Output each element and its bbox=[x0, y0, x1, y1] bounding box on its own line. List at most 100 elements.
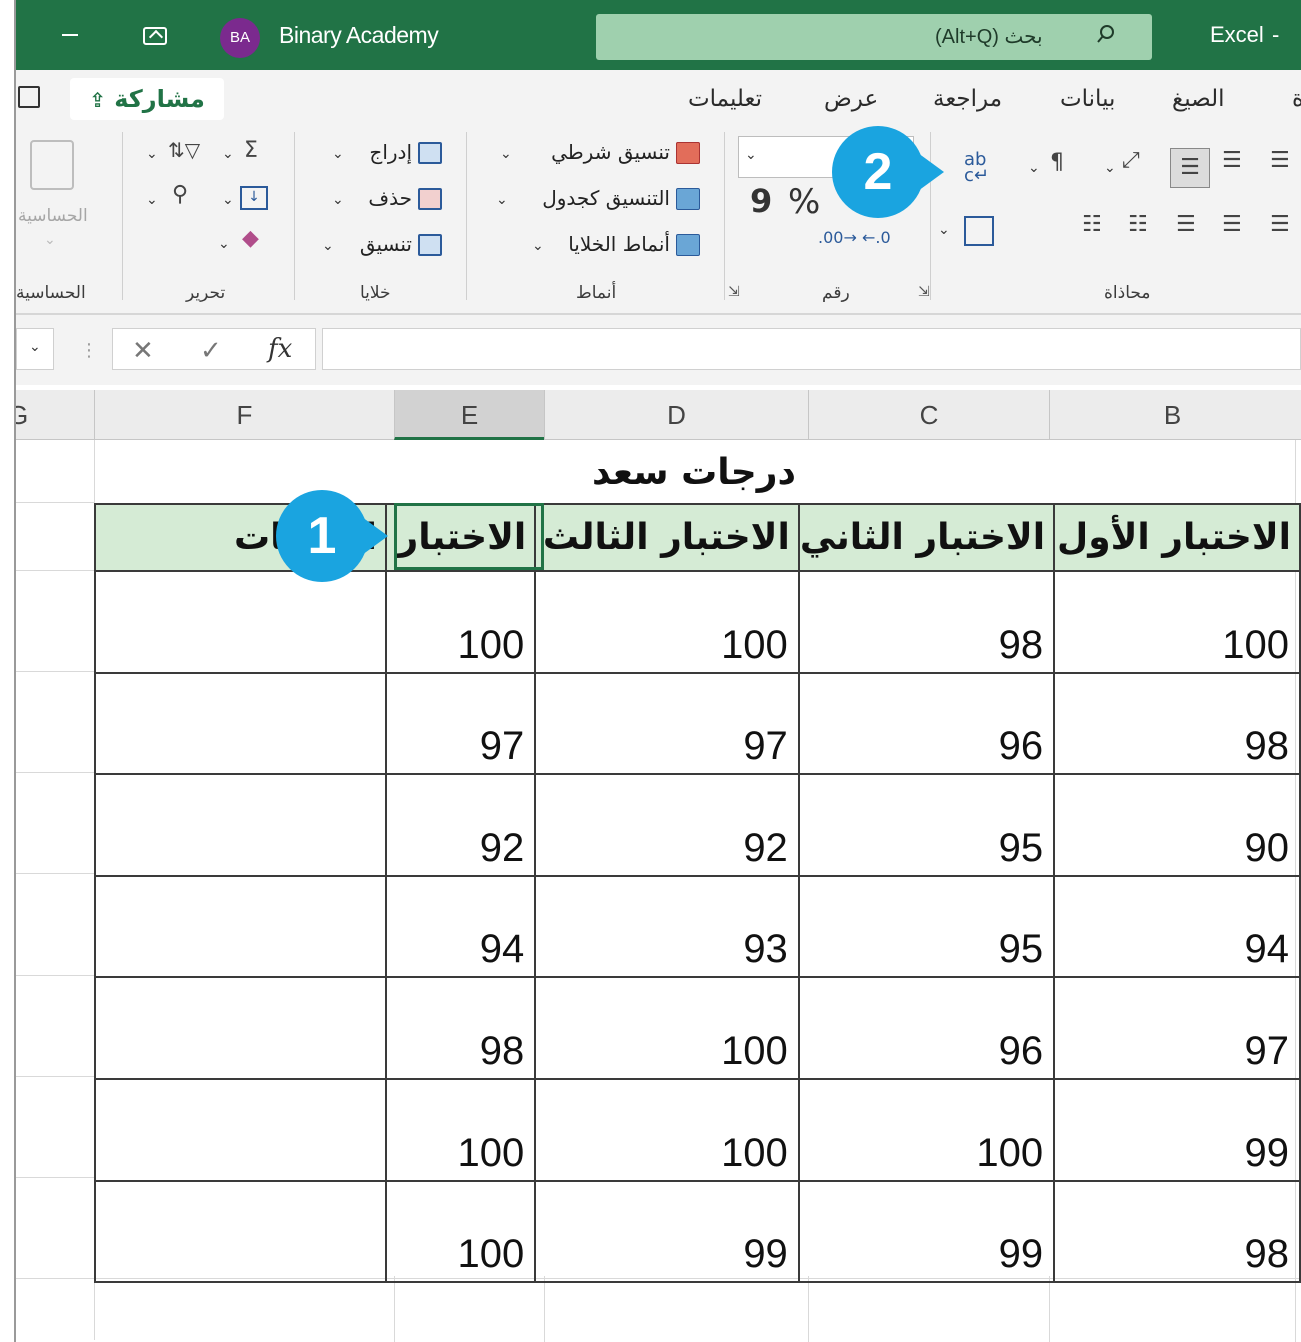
column-header-d[interactable]: D bbox=[544, 390, 808, 440]
enter-entry-icon[interactable]: ✓ bbox=[200, 336, 222, 366]
cancel-entry-icon[interactable]: ✕ bbox=[132, 336, 154, 366]
table-cell[interactable] bbox=[94, 773, 387, 877]
table-cell[interactable] bbox=[94, 671, 387, 776]
table-cell[interactable]: 90 bbox=[1053, 773, 1301, 877]
orientation-icon[interactable]: ⤢ bbox=[1122, 148, 1140, 173]
fill-icon[interactable]: ↓ bbox=[240, 186, 268, 210]
table-cell[interactable]: 100 bbox=[534, 1077, 800, 1182]
account-name[interactable]: Binary Academy bbox=[279, 22, 439, 49]
name-box[interactable]: ⌄ bbox=[16, 328, 54, 370]
insert-function-icon[interactable]: fx bbox=[268, 334, 292, 364]
clear-dropdown-icon[interactable]: ⌄ bbox=[218, 236, 230, 252]
table-cell[interactable]: 100 bbox=[384, 570, 537, 674]
decrease-decimal-icon[interactable]: .00→ bbox=[818, 228, 857, 247]
tab-cut-off[interactable]: ة bbox=[1292, 86, 1301, 112]
avatar[interactable]: BA bbox=[220, 18, 260, 58]
header-cell-test2[interactable]: الاختبار الثاني bbox=[797, 503, 1056, 572]
format-dropdown-icon[interactable]: ⌄ bbox=[322, 238, 334, 254]
table-cell[interactable]: 98 bbox=[384, 976, 537, 1080]
increase-indent-icon[interactable]: ☷ bbox=[1128, 212, 1148, 237]
table-cell[interactable]: 92 bbox=[534, 773, 800, 877]
table-cell[interactable] bbox=[94, 976, 387, 1080]
autosum-icon[interactable]: Σ bbox=[244, 138, 258, 163]
comma-style-button[interactable]: 9 bbox=[750, 182, 772, 220]
table-cell[interactable]: 97 bbox=[1053, 976, 1301, 1080]
tab-formulas[interactable]: الصيغ bbox=[1172, 86, 1225, 112]
header-cell-test1[interactable]: الاختبار الأول bbox=[1053, 503, 1301, 572]
wrap-text-icon[interactable]: ab c↵ bbox=[964, 151, 989, 185]
table-cell[interactable]: 92 bbox=[384, 773, 537, 877]
table-cell[interactable]: 98 bbox=[797, 570, 1056, 674]
cell-styles-dropdown-icon[interactable]: ⌄ bbox=[532, 238, 544, 254]
table-cell[interactable]: 94 bbox=[384, 874, 537, 979]
delete-dropdown-icon[interactable]: ⌄ bbox=[332, 192, 344, 208]
increase-decimal-icon[interactable]: ←.0 bbox=[862, 228, 891, 247]
insert-dropdown-icon[interactable]: ⌄ bbox=[332, 146, 344, 162]
clear-eraser-icon[interactable]: ◆ bbox=[242, 226, 259, 251]
table-cell[interactable]: 99 bbox=[1053, 1077, 1301, 1182]
cell-styles-label[interactable]: أنماط الخلايا bbox=[548, 232, 670, 256]
table-cell[interactable]: 95 bbox=[797, 773, 1056, 877]
tab-review[interactable]: مراجعة bbox=[933, 86, 1002, 112]
table-cell[interactable]: 96 bbox=[797, 671, 1056, 776]
table-cell[interactable]: 96 bbox=[797, 976, 1056, 1080]
format-table-dropdown-icon[interactable]: ⌄ bbox=[496, 192, 508, 208]
column-header-c[interactable]: C bbox=[808, 390, 1049, 440]
table-cell[interactable]: 100 bbox=[384, 1077, 537, 1182]
sheet-title-cell[interactable]: درجات سعد bbox=[94, 444, 1294, 502]
table-cell[interactable]: 94 bbox=[1053, 874, 1301, 979]
table-cell[interactable]: 93 bbox=[534, 874, 800, 979]
table-cell[interactable]: 98 bbox=[1053, 1179, 1301, 1284]
align-center-icon[interactable]: ☰ bbox=[1222, 212, 1242, 237]
number-launcher-icon[interactable]: ⇲ bbox=[728, 284, 740, 300]
conditional-formatting-label[interactable]: تنسيق شرطي bbox=[520, 140, 670, 164]
header-cell-test4[interactable]: الاختبار bbox=[384, 503, 537, 572]
table-cell[interactable] bbox=[94, 1179, 387, 1284]
table-cell[interactable]: 98 bbox=[1053, 671, 1301, 776]
format-cells-label[interactable]: تنسيق bbox=[340, 232, 412, 256]
merge-dropdown-icon[interactable]: ⌄ bbox=[938, 222, 950, 238]
table-cell[interactable]: 97 bbox=[384, 671, 537, 776]
sensitivity-button-label[interactable]: الحساسية bbox=[18, 206, 88, 226]
table-cell[interactable]: 100 bbox=[1053, 570, 1301, 674]
autosum-dropdown-icon[interactable]: ⌄ bbox=[222, 146, 234, 162]
table-cell[interactable]: 100 bbox=[797, 1077, 1056, 1182]
search-input[interactable] bbox=[596, 14, 1152, 60]
table-cell[interactable]: 100 bbox=[534, 976, 800, 1080]
text-direction-dropdown-icon[interactable]: ⌄ bbox=[1028, 160, 1040, 176]
ribbon-display-icon[interactable] bbox=[143, 27, 167, 45]
conditional-dropdown-icon[interactable]: ⌄ bbox=[500, 146, 512, 162]
align-top-icon[interactable]: ☰ bbox=[1270, 148, 1290, 173]
table-cell[interactable] bbox=[94, 570, 387, 674]
percent-style-button[interactable]: % bbox=[788, 182, 820, 222]
tab-help[interactable]: تعليمات bbox=[688, 86, 762, 112]
sort-filter-dropdown-icon[interactable]: ⌄ bbox=[146, 146, 158, 162]
tab-data[interactable]: بيانات bbox=[1060, 86, 1115, 112]
sensitivity-icon[interactable] bbox=[30, 140, 74, 190]
fill-dropdown-icon[interactable]: ⌄ bbox=[222, 192, 234, 208]
table-cell[interactable]: 100 bbox=[384, 1179, 537, 1284]
align-bottom-button[interactable]: ☰ bbox=[1170, 148, 1210, 188]
align-middle-icon[interactable]: ☰ bbox=[1222, 148, 1242, 173]
table-cell[interactable]: 99 bbox=[797, 1179, 1056, 1284]
alignment-launcher-icon[interactable]: ⇲ bbox=[918, 284, 930, 300]
table-cell[interactable] bbox=[94, 1077, 387, 1182]
table-cell[interactable]: 97 bbox=[534, 671, 800, 776]
comments-icon[interactable] bbox=[18, 86, 40, 108]
format-as-table-label[interactable]: التنسيق كجدول bbox=[512, 186, 670, 210]
table-cell[interactable]: 99 bbox=[534, 1179, 800, 1284]
formula-input[interactable] bbox=[322, 328, 1301, 370]
sensitivity-dropdown-icon[interactable]: ⌄ bbox=[44, 232, 56, 248]
find-select-icon[interactable]: ⚲ bbox=[172, 182, 188, 207]
tab-view[interactable]: عرض bbox=[824, 86, 878, 112]
minimize-ribbon-icon[interactable] bbox=[62, 34, 78, 36]
table-cell[interactable] bbox=[94, 874, 387, 979]
header-cell-test3[interactable]: الاختبار الثالث bbox=[534, 503, 800, 572]
table-cell[interactable]: 100 bbox=[534, 570, 800, 674]
align-right-icon[interactable]: ☰ bbox=[1270, 212, 1290, 237]
sort-filter-icon[interactable]: ⇅▽ bbox=[168, 138, 200, 162]
orientation-dropdown-icon[interactable]: ⌄ bbox=[1104, 160, 1116, 176]
insert-cells-label[interactable]: إدراج bbox=[356, 140, 412, 164]
column-header-f[interactable]: F bbox=[94, 390, 394, 440]
column-header-b[interactable]: B bbox=[1049, 390, 1295, 440]
